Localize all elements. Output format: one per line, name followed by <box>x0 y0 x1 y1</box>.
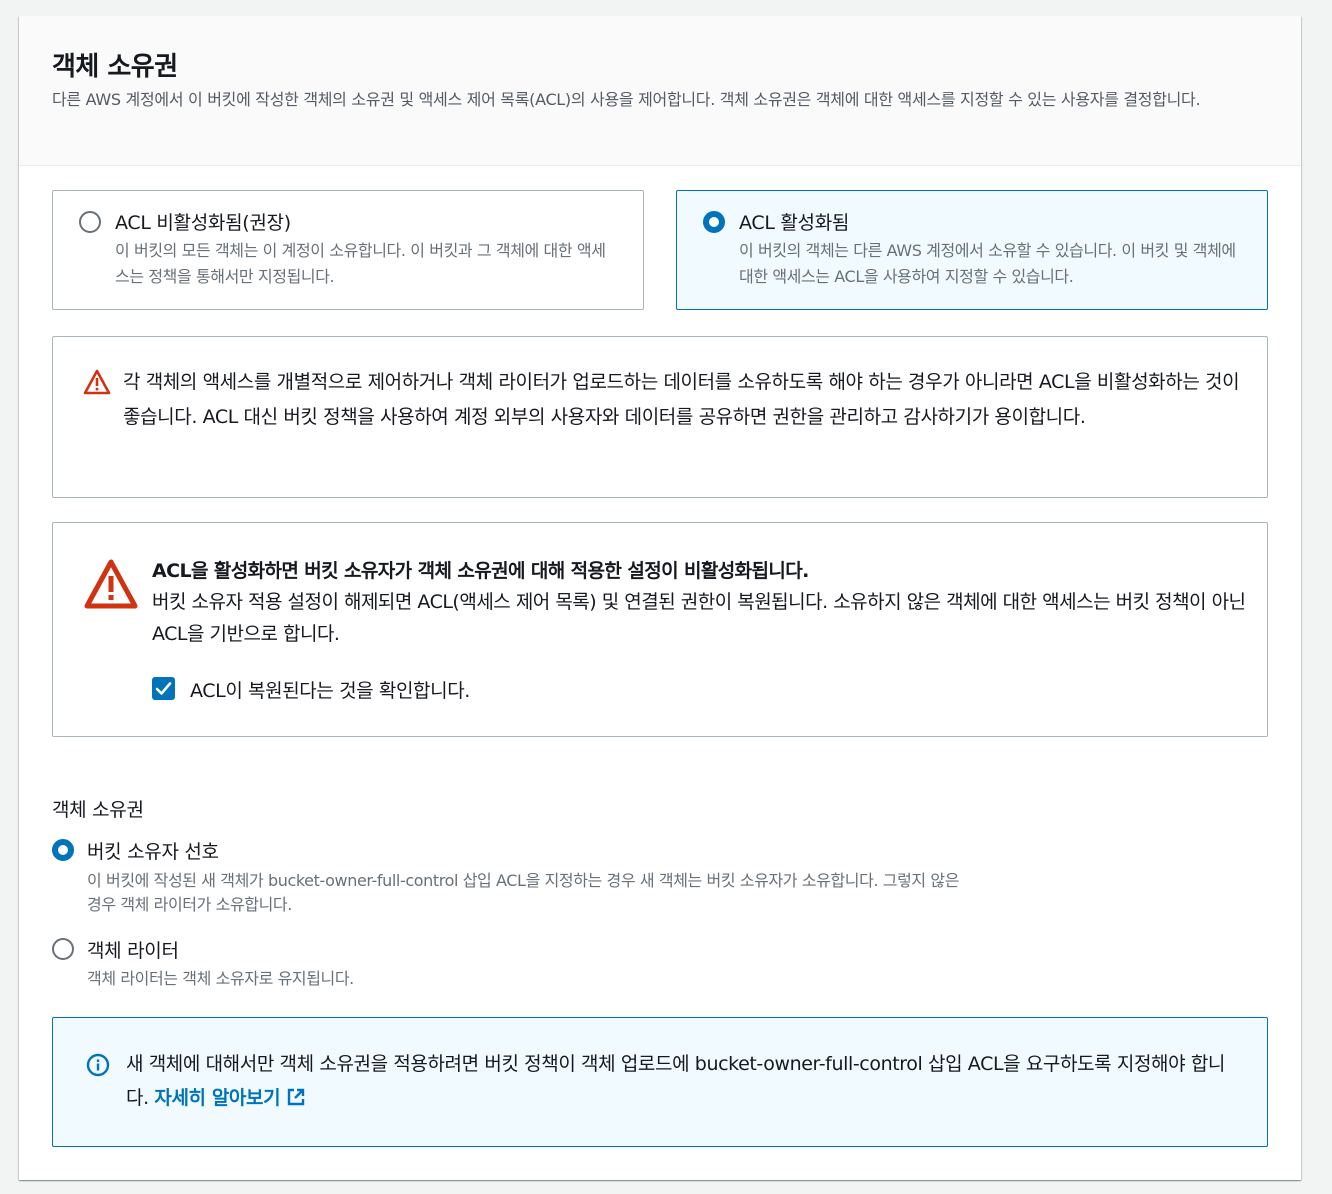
warning-body: 버킷 소유자 적용 설정이 해제되면 ACL(액세스 제어 목록) 및 연결된 … <box>152 591 1246 645</box>
option-bucket-owner-preferred-label[interactable]: 버킷 소유자 선호 <box>87 837 219 864</box>
info-icon <box>86 1053 110 1077</box>
ownership-info-alert: 새 객체에 대해서만 객체 소유권을 적용하려면 버킷 정책이 객체 업로드에 … <box>52 1017 1268 1147</box>
option-bucket-owner-preferred-description: 이 버킷에 작성된 새 객체가 bucket-owner-full-contro… <box>87 871 960 914</box>
tile-acl-disabled[interactable]: ACL 비활성화됨(권장) 이 버킷의 모든 객체는 이 계정이 소유합니다. … <box>52 190 644 310</box>
warning-text: 각 객체의 액세스를 개별적으로 제어하거나 객체 라이터가 업로드하는 데이터… <box>123 371 1240 428</box>
acl-recommendation-warning: 각 객체의 액세스를 개별적으로 제어하거나 객체 라이터가 업로드하는 데이터… <box>52 336 1268 498</box>
external-link-icon <box>287 1088 305 1106</box>
learn-more-link[interactable]: 자세히 알아보기 <box>154 1087 306 1109</box>
radio-acl-enabled[interactable] <box>703 211 725 233</box>
warning-icon <box>83 369 111 395</box>
check-icon <box>155 682 172 695</box>
acl-restore-warning: ACL을 활성화하면 버킷 소유자가 객체 소유권에 대해 적용한 설정이 비활… <box>52 522 1268 737</box>
ownership-section-label: 객체 소유권 <box>52 799 144 821</box>
warning-heading: ACL을 활성화하면 버킷 소유자가 객체 소유권에 대해 적용한 설정이 비활… <box>152 560 809 582</box>
radio-acl-disabled[interactable] <box>79 211 101 233</box>
tile-acl-enabled-label: ACL 활성화됨 <box>739 212 850 234</box>
warning-icon <box>84 559 138 609</box>
tile-acl-enabled[interactable]: ACL 활성화됨 이 버킷의 객체는 다른 AWS 계정에서 소유할 수 있습니… <box>676 190 1268 310</box>
tile-acl-disabled-label: ACL 비활성화됨(권장) <box>115 212 291 234</box>
acknowledge-checkbox[interactable] <box>152 677 175 700</box>
panel-description: 다른 AWS 계정에서 이 버킷에 작성한 객체의 소유권 및 액세스 제어 목… <box>52 90 1201 109</box>
panel-header: 객체 소유권 다른 AWS 계정에서 이 버킷에 작성한 객체의 소유권 및 액… <box>19 16 1301 166</box>
acknowledge-checkbox-label[interactable]: ACL이 복원된다는 것을 확인합니다. <box>190 676 470 703</box>
radio-bucket-owner-preferred[interactable] <box>52 839 74 861</box>
option-object-writer-description: 객체 라이터는 객체 소유자로 유지됩니다. <box>87 969 354 988</box>
radio-object-writer[interactable] <box>52 938 74 960</box>
option-object-writer-label[interactable]: 객체 라이터 <box>87 936 179 963</box>
info-text: 새 객체에 대해서만 객체 소유권을 적용하려면 버킷 정책이 객체 업로드에 … <box>126 1047 1246 1115</box>
tile-acl-enabled-description: 이 버킷의 객체는 다른 AWS 계정에서 소유할 수 있습니다. 이 버킷 및… <box>739 241 1236 286</box>
panel-title: 객체 소유권 <box>52 52 178 82</box>
object-ownership-panel: 객체 소유권 다른 AWS 계정에서 이 버킷에 작성한 객체의 소유권 및 액… <box>19 16 1301 1180</box>
tile-acl-disabled-description: 이 버킷의 모든 객체는 이 계정이 소유합니다. 이 버킷과 그 객체에 대한… <box>115 241 606 286</box>
learn-more-label: 자세히 알아보기 <box>154 1087 281 1109</box>
